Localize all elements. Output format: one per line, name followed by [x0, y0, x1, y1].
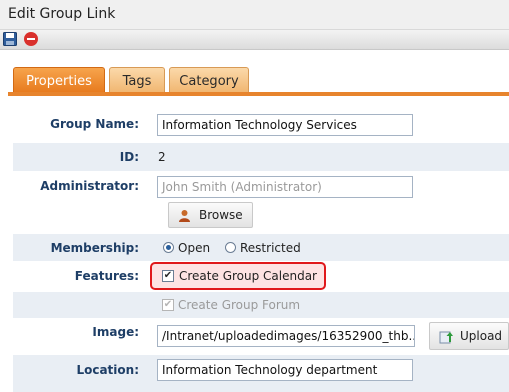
- image-label: Image:: [92, 325, 139, 339]
- create-forum-checkbox[interactable]: ✔: [162, 299, 174, 311]
- tab-category[interactable]: Category: [169, 67, 249, 94]
- features-label: Features:: [74, 269, 139, 283]
- user-icon: [179, 210, 190, 222]
- group-name-row: Group Name: Information Technology Servi…: [13, 110, 509, 140]
- floppy-disk-icon[interactable]: [3, 32, 17, 46]
- browse-button[interactable]: Browse: [168, 202, 253, 228]
- radio-restricted-label: Restricted: [240, 241, 301, 255]
- tab-tags[interactable]: Tags: [109, 67, 165, 94]
- tab-underline: [8, 92, 509, 96]
- group-name-label: Group Name:: [50, 117, 139, 131]
- upload-button[interactable]: Upload: [429, 322, 509, 350]
- tab-properties[interactable]: Properties: [13, 67, 105, 94]
- id-row: ID: 2: [13, 143, 509, 171]
- upload-button-label: Upload: [460, 329, 503, 343]
- administrator-row: Administrator: John Smith (Administrator…: [13, 172, 509, 232]
- delete-icon[interactable]: [24, 32, 38, 46]
- window-title: Edit Group Link: [8, 6, 116, 22]
- id-label: ID:: [119, 150, 139, 164]
- administrator-input[interactable]: John Smith (Administrator): [157, 176, 413, 198]
- location-input[interactable]: Information Technology department: [157, 359, 413, 381]
- create-forum-label: Create Group Forum: [178, 298, 301, 312]
- radio-open[interactable]: [163, 242, 174, 253]
- create-calendar-label: Create Group Calendar: [179, 269, 317, 283]
- membership-row: Membership: Open Restricted: [13, 234, 509, 261]
- window-titlebar: Edit Group Link: [0, 0, 509, 30]
- group-name-input[interactable]: Information Technology Services: [157, 114, 413, 136]
- administrator-label: Administrator:: [40, 179, 139, 193]
- create-calendar-checkbox[interactable]: ✔: [162, 270, 174, 282]
- browse-button-label: Browse: [199, 208, 243, 222]
- membership-label: Membership:: [50, 241, 139, 255]
- location-row: Location: Information Technology departm…: [13, 355, 509, 392]
- id-value: 2: [158, 150, 166, 164]
- forum-row: ✔ Create Group Forum: [13, 292, 509, 318]
- radio-open-label: Open: [178, 241, 211, 255]
- upload-icon: [439, 331, 453, 344]
- image-path-input[interactable]: /Intranet/uploadedimages/16352900_thb...: [157, 325, 415, 347]
- radio-restricted[interactable]: [225, 242, 236, 253]
- location-label: Location:: [76, 363, 139, 377]
- toolbar: [0, 30, 509, 50]
- image-row: Image: /Intranet/uploadedimages/16352900…: [13, 318, 509, 354]
